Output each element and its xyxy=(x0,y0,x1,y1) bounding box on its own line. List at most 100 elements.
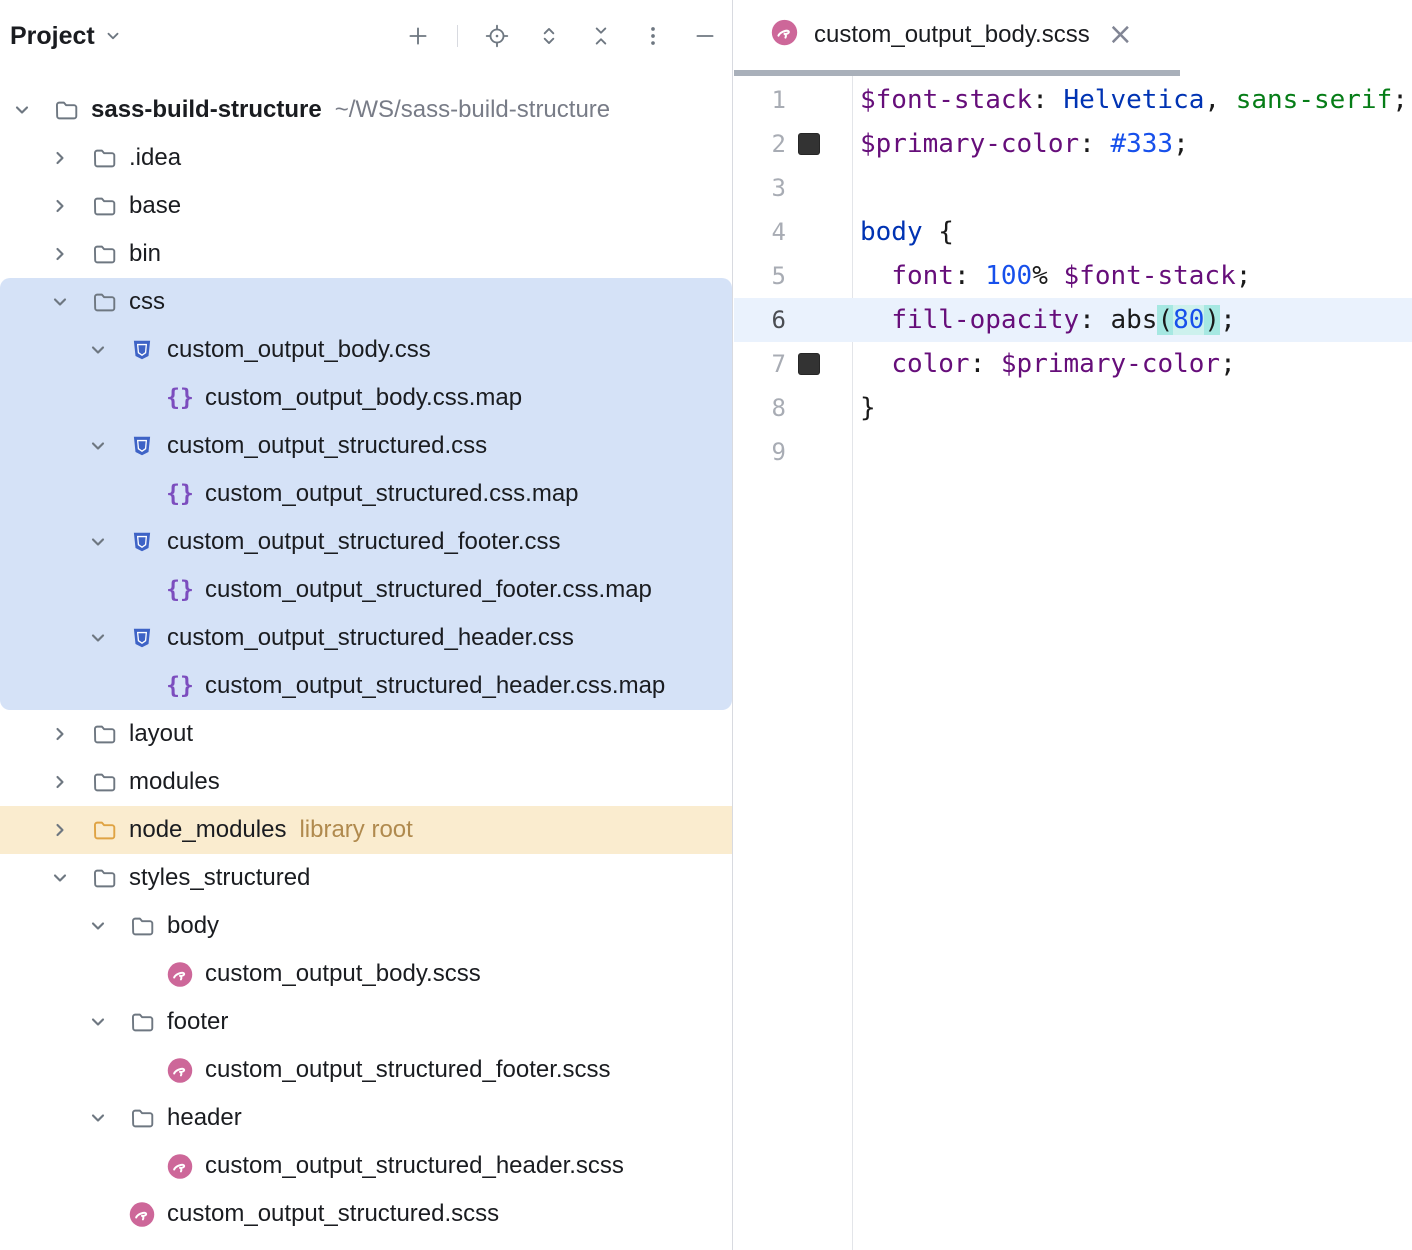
code-line[interactable]: 6 fill-opacity: abs(80); xyxy=(734,298,1412,342)
tree-row-label: layout xyxy=(129,720,193,748)
tree-row[interactable]: {}custom_output_structured_footer.css.ma… xyxy=(0,566,732,614)
sourcemap-file-icon: {} xyxy=(166,672,194,700)
line-number: 8 xyxy=(734,386,786,430)
tree-row-label: .idea xyxy=(129,144,181,172)
chevron-down-icon[interactable] xyxy=(104,27,122,45)
tree-row[interactable]: sass-build-structure~/WS/sass-build-stru… xyxy=(0,86,732,134)
tree-row[interactable]: .idea xyxy=(0,134,732,182)
tree-row-label: custom_output_structured_footer.scss xyxy=(205,1056,611,1084)
chevron-expanded-icon[interactable] xyxy=(88,436,108,456)
tree-row[interactable]: layout xyxy=(0,710,732,758)
line-number: 3 xyxy=(734,166,786,210)
project-panel-header: Project xyxy=(0,0,732,72)
folder-icon xyxy=(52,96,80,124)
tree-row-label: custom_output_body.scss xyxy=(205,960,481,988)
tree-row[interactable]: node_moduleslibrary root xyxy=(0,806,732,854)
code-line-text: $primary-color: #333; xyxy=(852,122,1189,166)
ide-window: Project sass-build-structure~/WS/sass-bu… xyxy=(0,0,1412,1250)
tree-row[interactable]: styles_structured xyxy=(0,854,732,902)
tree-row-label: custom_output_structured_header.scss xyxy=(205,1152,624,1180)
tree-row-label: custom_output_structured_header.css xyxy=(167,624,574,652)
tree-row[interactable]: custom_output_structured_header.scss xyxy=(0,1142,732,1190)
editor-pane: custom_output_body.scss × 1$font-stack: … xyxy=(734,0,1412,1250)
tree-row[interactable]: custom_output_structured_footer.css xyxy=(0,518,732,566)
tree-row[interactable]: css xyxy=(0,278,732,326)
chevron-collapsed-icon[interactable] xyxy=(50,820,70,840)
code-line-text xyxy=(852,166,860,210)
sass-file-icon xyxy=(166,1056,194,1084)
collapse-all-button[interactable] xyxy=(588,23,614,49)
sass-file-icon xyxy=(166,1152,194,1180)
css-file-icon xyxy=(128,432,156,460)
chevron-expanded-icon[interactable] xyxy=(88,1108,108,1128)
sass-file-icon xyxy=(770,18,799,52)
expand-all-button[interactable] xyxy=(536,23,562,49)
folder-icon xyxy=(128,1104,156,1132)
folder-icon xyxy=(90,144,118,172)
chevron-expanded-icon[interactable] xyxy=(88,532,108,552)
code-line[interactable]: 1$font-stack: Helvetica, sans-serif; xyxy=(734,78,1412,122)
close-icon[interactable]: × xyxy=(1108,20,1133,50)
chevron-expanded-icon[interactable] xyxy=(50,292,70,312)
tree-row-label: bin xyxy=(129,240,161,268)
chevron-collapsed-icon[interactable] xyxy=(50,196,70,216)
chevron-collapsed-icon[interactable] xyxy=(50,724,70,744)
expand-all-icon xyxy=(536,23,562,49)
tree-row[interactable]: footer xyxy=(0,998,732,1046)
tree-row[interactable]: header xyxy=(0,1094,732,1142)
code-line[interactable]: 9 xyxy=(734,430,1412,474)
tree-row[interactable]: custom_output_structured.scss xyxy=(0,1190,732,1238)
chevron-expanded-icon[interactable] xyxy=(88,340,108,360)
chevron-expanded-icon[interactable] xyxy=(88,916,108,936)
tree-row[interactable]: bin xyxy=(0,230,732,278)
editor-tab[interactable]: custom_output_body.scss × xyxy=(734,0,1157,70)
code-editor[interactable]: 1$font-stack: Helvetica, sans-serif;2$pr… xyxy=(734,76,1412,1250)
project-panel-title[interactable]: Project xyxy=(10,22,95,51)
tree-row[interactable]: custom_output_structured.css xyxy=(0,422,732,470)
color-preview-icon[interactable] xyxy=(798,353,820,375)
editor-tab-title: custom_output_body.scss xyxy=(814,21,1090,49)
tree-row-label: custom_output_structured_footer.css.map xyxy=(205,576,652,604)
folder-icon xyxy=(90,768,118,796)
locate-button[interactable] xyxy=(484,23,510,49)
folder-icon xyxy=(90,864,118,892)
tree-row-label: css xyxy=(129,288,165,316)
chevron-collapsed-icon[interactable] xyxy=(50,148,70,168)
chevron-collapsed-icon[interactable] xyxy=(50,244,70,264)
chevron-expanded-icon[interactable] xyxy=(88,1012,108,1032)
tree-row-label: custom_output_body.css.map xyxy=(205,384,522,412)
tree-row[interactable]: custom_output_body.scss xyxy=(0,950,732,998)
tree-row[interactable]: {}custom_output_structured.css.map xyxy=(0,470,732,518)
code-line-text: body { xyxy=(852,210,954,254)
code-line[interactable]: 2$primary-color: #333; xyxy=(734,122,1412,166)
code-line[interactable]: 7 color: $primary-color; xyxy=(734,342,1412,386)
sourcemap-file-icon: {} xyxy=(166,384,194,412)
css-file-icon xyxy=(128,336,156,364)
code-line[interactable]: 8} xyxy=(734,386,1412,430)
folder-icon xyxy=(90,192,118,220)
tree-row[interactable]: {} custom_output_body.css.map xyxy=(0,374,732,422)
code-line[interactable]: 3 xyxy=(734,166,1412,210)
add-button[interactable] xyxy=(405,23,431,49)
chevron-expanded-icon[interactable] xyxy=(12,100,32,120)
chevron-collapsed-icon[interactable] xyxy=(50,772,70,792)
tree-row[interactable]: body xyxy=(0,902,732,950)
code-line[interactable]: 4body { xyxy=(734,210,1412,254)
tree-row[interactable]: modules xyxy=(0,758,732,806)
add-icon xyxy=(405,23,431,49)
tree-row[interactable]: custom_output_structured_header.css xyxy=(0,614,732,662)
chevron-expanded-icon[interactable] xyxy=(50,868,70,888)
more-options-icon xyxy=(640,23,666,49)
hide-button[interactable] xyxy=(692,23,718,49)
code-line[interactable]: 5 font: 100% $font-stack; xyxy=(734,254,1412,298)
tree-row-suffix: library root xyxy=(299,816,412,844)
tree-row[interactable]: custom_output_body.css xyxy=(0,326,732,374)
more-options-button[interactable] xyxy=(640,23,666,49)
tree-row-label: footer xyxy=(167,1008,228,1036)
chevron-expanded-icon[interactable] xyxy=(88,628,108,648)
tree-row[interactable]: {}custom_output_structured_header.css.ma… xyxy=(0,662,732,710)
color-preview-icon[interactable] xyxy=(798,133,820,155)
tree-row[interactable]: custom_output_structured_footer.scss xyxy=(0,1046,732,1094)
tree-row-suffix: ~/WS/sass-build-structure xyxy=(335,96,610,124)
tree-row[interactable]: base xyxy=(0,182,732,230)
